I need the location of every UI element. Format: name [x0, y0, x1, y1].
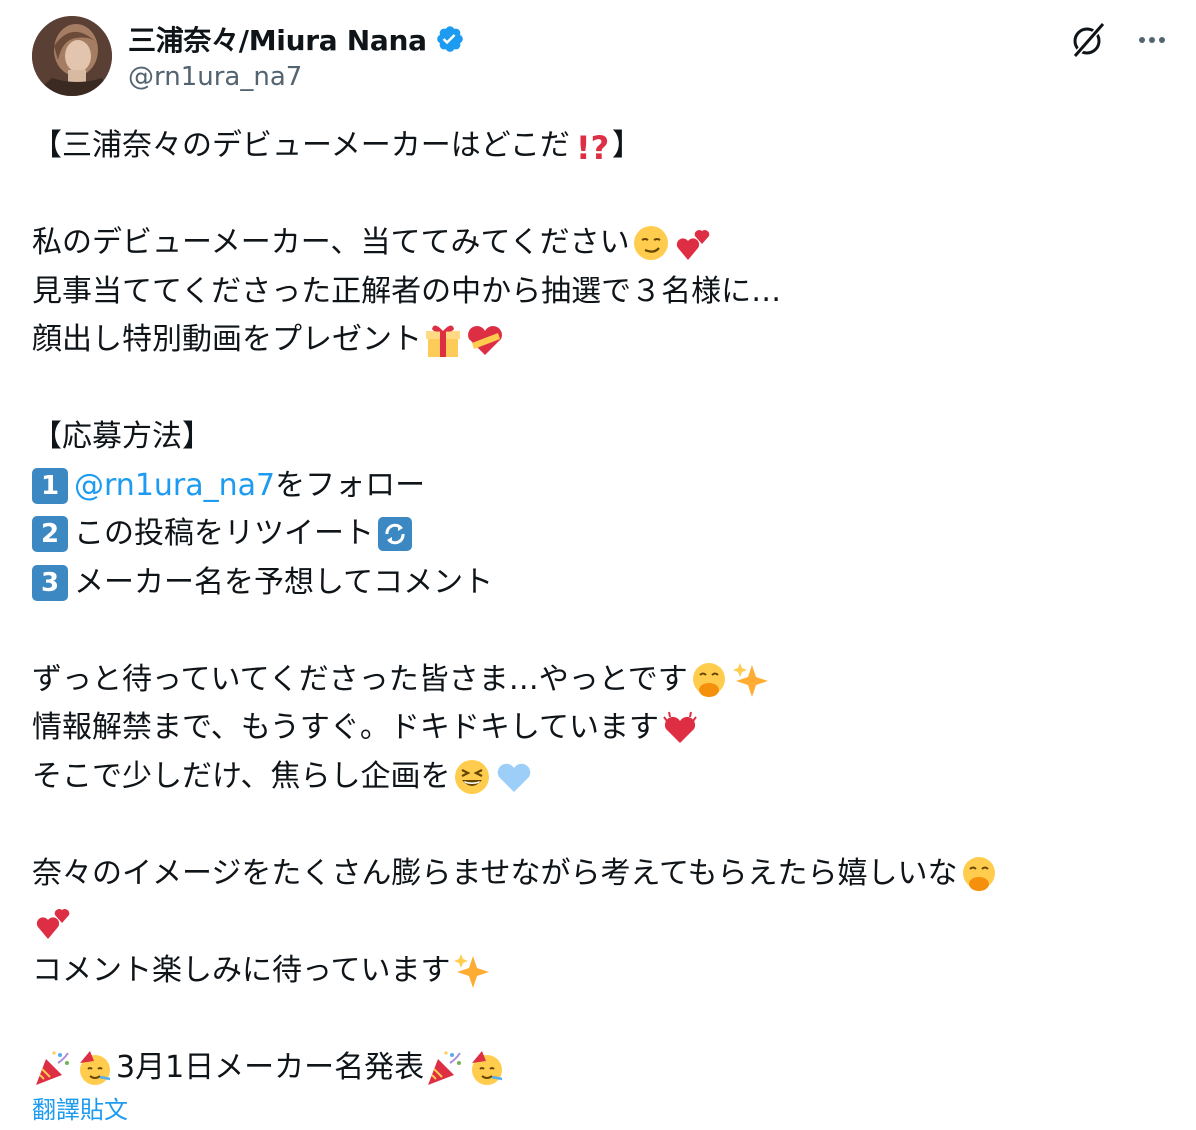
line-text: 情報解禁まで、もうすぐ。ドキドキしています: [32, 710, 659, 745]
tweet-line: 3月1日メーカー名発表: [32, 1044, 1172, 1093]
line-text: ずっと待っていてくださった皆さま…やっとです: [32, 661, 688, 697]
tweet-line: 情報解禁まで、もうすぐ。ドキドキしています: [32, 704, 1172, 753]
tweet-header: 三浦奈々/Miura Nana @rn1ura_na7: [32, 16, 1172, 98]
tweet-line: 2 この投稿をリツイート: [32, 510, 1172, 559]
two-hearts-emoji-icon: [674, 224, 712, 262]
sparkles-emoji-icon: [732, 661, 770, 699]
display-name[interactable]: 三浦奈々/Miura Nana: [128, 19, 427, 59]
mention-link[interactable]: @rn1ura_na7: [74, 462, 275, 511]
tweet-line: 奈々のイメージをたくさん膨らませながら考えてもらえたら嬉しいな: [32, 850, 1172, 899]
tweet-line: 1 @rn1ura_na7 をフォロー: [32, 462, 1172, 511]
verified-badge-icon[interactable]: [435, 24, 465, 54]
smirking-face-emoji-icon: [632, 224, 670, 262]
partying-face-emoji-icon: [76, 1049, 114, 1087]
title-text: 【三浦奈々のデビューメーカーはどこだ: [32, 128, 570, 163]
repeat-arrows-emoji-icon: [376, 515, 414, 553]
party-popper-emoji-icon: [34, 1049, 72, 1087]
grok-icon[interactable]: [1068, 20, 1108, 60]
display-name-row: 三浦奈々/Miura Nana: [128, 20, 465, 58]
tweet-line: 顔出し特別動画をプレゼント: [32, 316, 1172, 365]
tweet-line: [32, 898, 1172, 947]
grinning-squinting-face-emoji-icon: [453, 758, 491, 796]
tweet-line: ずっと待っていてくださった皆さま…やっとです: [32, 656, 1172, 705]
face-with-hand-over-mouth-emoji-icon: [960, 855, 998, 893]
party-popper-emoji-icon: [426, 1049, 464, 1087]
line-text: 3月1日メーカー名発表: [116, 1049, 425, 1085]
line-text: この投稿をリツイート: [74, 516, 374, 551]
line-text: そこで少しだけ、焦らし企画を: [32, 758, 451, 794]
author-block: 三浦奈々/Miura Nana @rn1ura_na7: [128, 20, 465, 92]
top-actions: [1068, 20, 1172, 60]
heart-with-ribbon-emoji-icon: [466, 321, 504, 359]
line-text: 奈々のイメージをたくさん膨らませながら考えてもらえたら嬉しいな: [32, 855, 958, 891]
beating-heart-emoji-icon: [661, 709, 699, 747]
line-text: 私のデビューメーカー、当ててみてください: [32, 225, 630, 260]
interrobang-emoji-icon: !?: [572, 127, 610, 165]
line-text: メーカー名を予想してコメント: [74, 564, 494, 600]
sparkles-emoji-icon: [453, 952, 491, 990]
line-text: 見事当ててくださった正解者の中から抽選で３名様に…: [32, 273, 782, 309]
tweet-line: 見事当ててくださった正解者の中から抽選で３名様に…: [32, 268, 1172, 317]
line-text: コメント楽しみに待っています: [32, 952, 451, 988]
tweet-line-title: 【三浦奈々のデビューメーカーはどこだ !? 】: [32, 122, 1172, 171]
gift-emoji-icon: [424, 321, 462, 359]
keycap-3-icon: 3: [32, 564, 68, 601]
two-hearts-emoji-icon: [34, 903, 72, 941]
tweet-line: 【応募方法】: [32, 413, 1172, 462]
more-icon[interactable]: [1132, 20, 1172, 60]
tweet-line: コメント楽しみに待っています: [32, 947, 1172, 996]
keycap-2-icon: 2: [32, 516, 68, 553]
svg-text:!?: !?: [576, 129, 609, 165]
face-with-hand-over-mouth-emoji-icon: [690, 661, 728, 699]
title-close: 】: [611, 128, 642, 163]
avatar[interactable]: [32, 16, 112, 96]
tweet-line: 3 メーカー名を予想してコメント: [32, 559, 1172, 608]
tweet-line: 私のデビューメーカー、当ててみてください: [32, 219, 1172, 268]
tweet-text: 【三浦奈々のデビューメーカーはどこだ !? 】 私のデビューメーカー、当ててみて…: [32, 122, 1172, 1092]
handle[interactable]: @rn1ura_na7: [128, 62, 465, 92]
translate-post-link[interactable]: 翻譯貼文: [32, 1090, 128, 1125]
line-text: 顔出し特別動画をプレゼント: [32, 322, 422, 357]
tweet-line: そこで少しだけ、焦らし企画を: [32, 753, 1172, 802]
partying-face-emoji-icon: [468, 1049, 506, 1087]
how-to-apply-heading: 【応募方法】: [32, 419, 212, 454]
blue-heart-emoji-icon: [495, 758, 533, 796]
line-text: をフォロー: [275, 467, 426, 503]
keycap-1-icon: 1: [32, 467, 68, 504]
